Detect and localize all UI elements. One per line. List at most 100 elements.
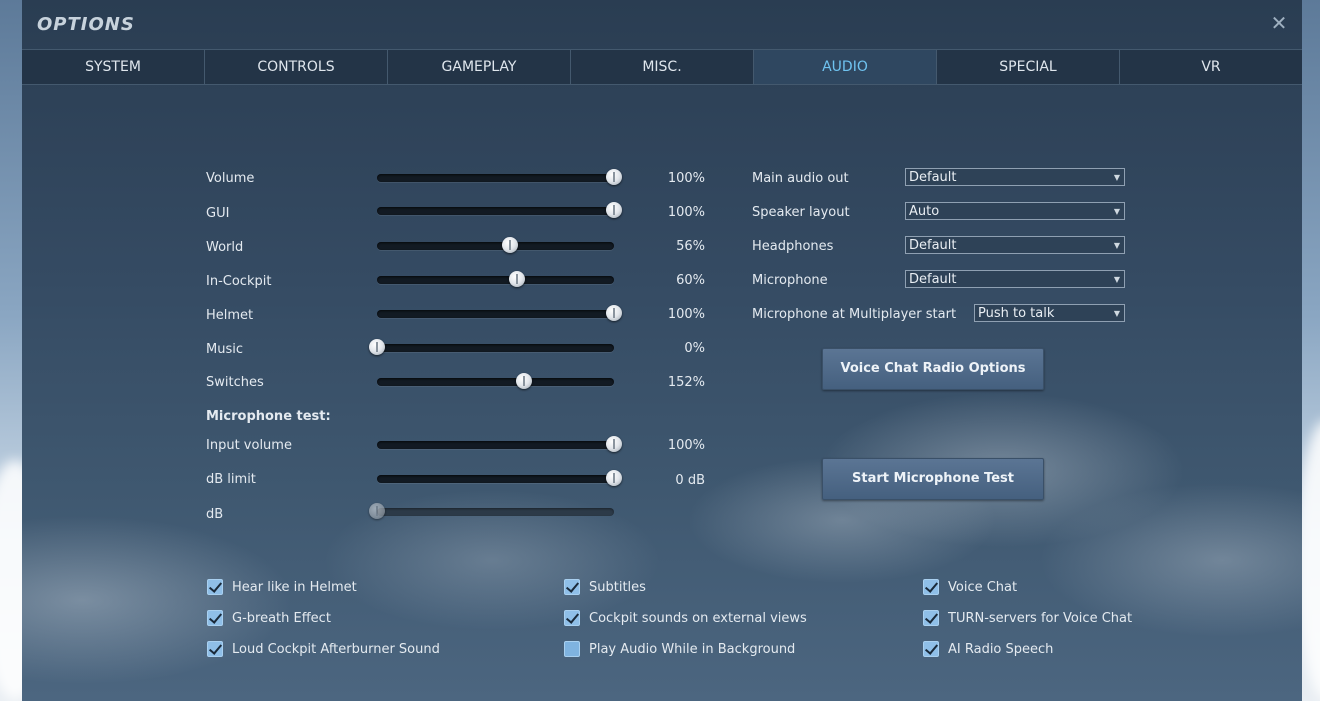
slider-label-in-cockpit: In-Cockpit xyxy=(206,274,272,289)
main-audio-out-select[interactable]: Default ▼ xyxy=(905,168,1125,186)
slider-knob[interactable] xyxy=(606,436,622,452)
dropdown-label-microphone: Microphone xyxy=(752,273,828,288)
slider-label-volume: Volume xyxy=(206,171,255,186)
tab-special[interactable]: SPECIAL xyxy=(937,50,1120,84)
tab-system[interactable]: SYSTEM xyxy=(22,50,205,84)
slider-knob[interactable] xyxy=(606,470,622,486)
input-volume-slider[interactable] xyxy=(377,436,622,452)
slider-label-music: Music xyxy=(206,342,243,357)
speaker-layout-select[interactable]: Auto ▼ xyxy=(905,202,1125,220)
checkbox-voice-chat[interactable]: Voice Chat xyxy=(923,579,1017,595)
chevron-down-icon: ▼ xyxy=(1113,275,1120,284)
checkbox-box[interactable] xyxy=(564,579,580,595)
checkbox-ai-radio-speech[interactable]: AI Radio Speech xyxy=(923,641,1053,657)
checkbox-box[interactable] xyxy=(207,641,223,657)
checkbox-loud-cockpit-afterburner[interactable]: Loud Cockpit Afterburner Sound xyxy=(207,641,440,657)
slider-label-gui: GUI xyxy=(206,206,230,221)
slider-knob[interactable] xyxy=(606,202,622,218)
slider-value-helmet: 100% xyxy=(667,307,705,322)
slider-value-in-cockpit: 60% xyxy=(676,273,705,288)
checkbox-turn-servers[interactable]: TURN-servers for Voice Chat xyxy=(923,610,1132,626)
checkbox-label: Subtitles xyxy=(589,579,646,595)
checkbox-g-breath-effect[interactable]: G-breath Effect xyxy=(207,610,331,626)
options-window: OPTIONS ✕ SYSTEM CONTROLS GAMEPLAY MISC.… xyxy=(22,0,1302,701)
checkbox-box[interactable] xyxy=(923,610,939,626)
select-value: Auto xyxy=(909,204,940,219)
tab-vr[interactable]: VR xyxy=(1120,50,1302,84)
select-value: Default xyxy=(909,170,957,185)
checkbox-cockpit-sounds-external[interactable]: Cockpit sounds on external views xyxy=(564,610,807,626)
slider-label-db-limit: dB limit xyxy=(206,472,256,487)
dropdown-label-main-audio-out: Main audio out xyxy=(752,171,849,186)
checkbox-label: AI Radio Speech xyxy=(948,641,1054,657)
checkbox-label: Loud Cockpit Afterburner Sound xyxy=(232,641,440,657)
slider-label-helmet: Helmet xyxy=(206,308,254,323)
chevron-down-icon: ▼ xyxy=(1113,309,1120,318)
slider-knob[interactable] xyxy=(515,373,532,389)
title-bar: OPTIONS ✕ xyxy=(22,0,1302,49)
microphone-select[interactable]: Default ▼ xyxy=(905,270,1125,288)
checkbox-box[interactable] xyxy=(923,579,939,595)
slider-knob[interactable] xyxy=(606,305,622,321)
checkbox-label: G-breath Effect xyxy=(232,610,331,626)
db-meter-slider xyxy=(369,503,614,519)
tab-bar: SYSTEM CONTROLS GAMEPLAY MISC. AUDIO SPE… xyxy=(22,49,1302,85)
checkbox-label: Hear like in Helmet xyxy=(232,579,357,595)
chevron-down-icon: ▼ xyxy=(1113,241,1120,250)
select-value: Default xyxy=(909,272,957,287)
select-value: Push to talk xyxy=(978,306,1055,321)
close-icon[interactable]: ✕ xyxy=(1268,12,1290,34)
checkbox-box[interactable] xyxy=(564,610,580,626)
dropdown-label-headphones: Headphones xyxy=(752,239,834,254)
slider-value-gui: 100% xyxy=(667,205,705,220)
tab-misc[interactable]: MISC. xyxy=(571,50,754,84)
world-slider[interactable] xyxy=(377,237,614,253)
headphones-select[interactable]: Default ▼ xyxy=(905,236,1125,254)
window-title: OPTIONS xyxy=(37,14,135,35)
checkbox-box[interactable] xyxy=(923,641,939,657)
tab-audio[interactable]: AUDIO xyxy=(754,50,937,84)
slider-value-input-volume: 100% xyxy=(667,438,705,453)
switches-slider[interactable] xyxy=(377,373,614,389)
slider-value-switches: 152% xyxy=(667,375,705,390)
slider-value-volume: 100% xyxy=(667,171,705,186)
select-value: Default xyxy=(909,238,957,253)
slider-knob[interactable] xyxy=(508,271,525,287)
checkbox-label: Play Audio While in Background xyxy=(589,641,796,657)
dropdown-label-speaker-layout: Speaker layout xyxy=(752,205,850,220)
slider-knob[interactable] xyxy=(606,169,622,185)
checkbox-box[interactable] xyxy=(207,610,223,626)
music-slider[interactable] xyxy=(369,339,614,355)
slider-knob[interactable] xyxy=(501,237,518,253)
volume-slider[interactable] xyxy=(377,169,622,185)
checkbox-play-audio-background[interactable]: Play Audio While in Background xyxy=(564,641,795,657)
chevron-down-icon: ▼ xyxy=(1113,207,1120,216)
in-cockpit-slider[interactable] xyxy=(377,271,614,287)
checkbox-box[interactable] xyxy=(207,579,223,595)
helmet-slider[interactable] xyxy=(377,305,622,321)
voice-chat-radio-options-button[interactable]: Voice Chat Radio Options xyxy=(822,348,1044,390)
checkbox-label: Cockpit sounds on external views xyxy=(589,610,807,626)
mic-multiplayer-start-select[interactable]: Push to talk ▼ xyxy=(974,304,1125,322)
gui-slider[interactable] xyxy=(377,202,622,218)
slider-value-world: 56% xyxy=(676,239,705,254)
mic-test-heading: Microphone test: xyxy=(206,409,331,424)
checkbox-label: Voice Chat xyxy=(948,579,1018,595)
checkbox-hear-like-in-helmet[interactable]: Hear like in Helmet xyxy=(207,579,357,595)
tab-controls[interactable]: CONTROLS xyxy=(205,50,388,84)
slider-knob xyxy=(369,503,385,519)
checkbox-label: TURN-servers for Voice Chat xyxy=(948,610,1133,626)
slider-knob[interactable] xyxy=(369,339,385,355)
checkbox-subtitles[interactable]: Subtitles xyxy=(564,579,646,595)
start-microphone-test-button[interactable]: Start Microphone Test xyxy=(822,458,1044,500)
slider-label-db: dB xyxy=(206,507,224,522)
dropdown-label-mic-multiplayer-start: Microphone at Multiplayer start xyxy=(752,307,957,322)
checkbox-box[interactable] xyxy=(564,641,580,657)
tab-gameplay[interactable]: GAMEPLAY xyxy=(388,50,571,84)
slider-value-db-limit: 0 dB xyxy=(675,473,705,488)
slider-label-switches: Switches xyxy=(206,375,264,390)
slider-value-music: 0% xyxy=(684,341,705,356)
chevron-down-icon: ▼ xyxy=(1113,173,1120,182)
slider-label-world: World xyxy=(206,240,244,255)
db-limit-slider[interactable] xyxy=(377,470,622,486)
